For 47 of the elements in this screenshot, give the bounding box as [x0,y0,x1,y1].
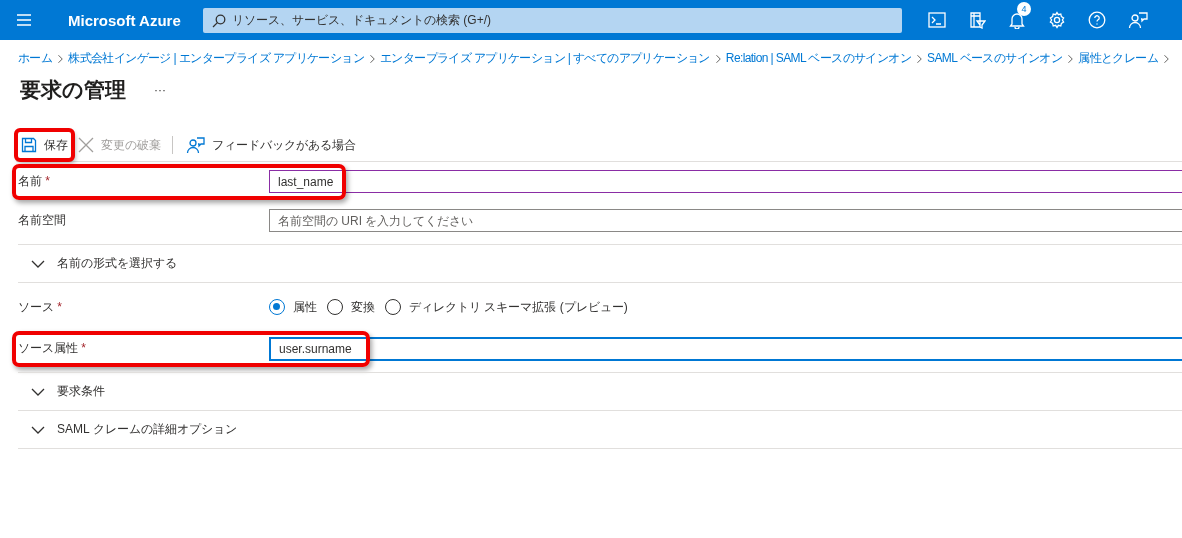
chevron-right-icon[interactable] [368,53,375,64]
close-icon [78,137,94,153]
chevron-right-icon[interactable] [1162,53,1169,64]
page-title: 要求の管理 [20,77,126,103]
breadcrumb-link[interactable]: Re:lation | SAML ベースのサインオン [725,50,911,67]
save-icon [21,137,37,153]
breadcrumb-link[interactable]: 属性とクレーム [1078,50,1158,67]
chevron-down-icon [31,259,45,268]
breadcrumb-link[interactable]: SAML ベースのサインオン [927,50,1063,67]
chevron-down-icon [31,425,45,434]
chevron-down-icon [31,387,45,396]
search-field[interactable]: リソース、サービス、ドキュメントの検索 (G+/) [203,7,902,33]
feedback-button[interactable]: フィードバックがある場合 [181,130,361,160]
menu-icon[interactable] [16,14,32,26]
save-button[interactable]: 保存 [16,130,73,160]
field-label: 名前空間 [18,212,67,229]
chevron-right-icon[interactable] [916,53,922,64]
breadcrumb-link[interactable]: 株式会社インゲージ | エンタープライズ アプリケーション [68,50,364,67]
chevron-right-icon[interactable] [1067,53,1074,64]
input-field[interactable]: 名前空間の URI を入力してください [269,209,1182,232]
field-label: ソース * [18,298,63,316]
expander-toggle[interactable]: 要求条件 [18,376,105,407]
radio-label: 属性 [293,298,317,316]
input-field[interactable]: user.surname [269,336,1182,361]
filter-icon[interactable] [968,11,986,29]
feedback-icon[interactable] [1128,11,1148,29]
field-label: 名前 * [18,173,51,190]
chevron-right-icon[interactable] [57,53,64,64]
expander-toggle[interactable]: 名前の形式を選択する [18,248,177,279]
bell-icon[interactable] [1008,11,1026,29]
radio-option[interactable]: 変換 [327,298,375,316]
more-button[interactable]: ··· [150,81,170,99]
chevron-right-icon[interactable] [714,53,721,64]
notification-badge: 4 [1017,2,1031,16]
field-label: ソース属性 * [18,340,87,357]
radio-label: 変換 [351,298,375,316]
settings-icon[interactable] [1048,11,1066,29]
help-icon[interactable] [1088,11,1106,29]
terminal-icon[interactable] [928,12,946,28]
breadcrumb-link[interactable]: エンタープライズ アプリケーション | すべてのアプリケーション [379,50,710,67]
search-icon[interactable] [212,13,226,28]
feedback-icon [186,136,205,154]
brand-name[interactable]: Microsoft Azure [68,11,203,29]
radio-option[interactable]: 属性 [269,298,317,316]
breadcrumb-link[interactable]: ホーム [18,50,53,67]
expander-toggle[interactable]: SAML クレームの詳細オプション [18,414,237,445]
input-field[interactable]: last_name [269,170,1182,193]
